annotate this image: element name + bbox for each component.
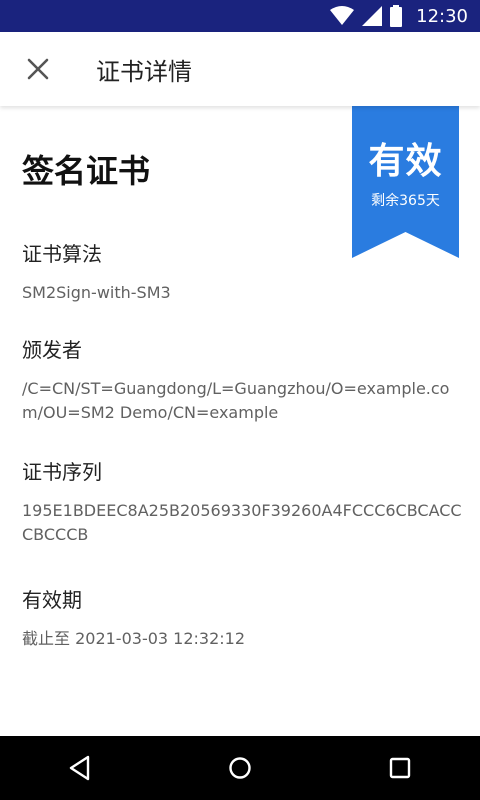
field-value: 195E1BDEEC8A25B20569330F39260A4FCCC6CBCA…	[22, 501, 462, 544]
validity-remaining: 剩余365天	[371, 193, 440, 209]
field-issuer: 颁发者 /C=CN/ST=Guangdong/L=Guangzhou/O=exa…	[22, 334, 462, 425]
recents-icon	[389, 757, 411, 779]
back-button[interactable]	[60, 748, 100, 788]
validity-status: 有效	[368, 141, 443, 182]
field-algorithm: 证书算法 SM2Sign-with-SM3	[22, 238, 462, 305]
battery-icon	[390, 5, 403, 27]
home-button[interactable]	[220, 748, 260, 788]
field-serial: 证书序列 195E1BDEEC8A25B20569330F39260A4FCCC…	[22, 456, 462, 547]
validity-badge: 有效 剩余365天	[352, 106, 459, 258]
certificate-detail: 签名证书 有效 剩余365天 证书算法 SM2Sign-with-SM3 颁发者…	[0, 106, 480, 736]
close-icon	[27, 58, 49, 80]
close-button[interactable]	[22, 53, 54, 85]
field-validity: 有效期 截止至 2021-03-03 12:32:12	[22, 584, 462, 651]
status-icons: 12:30	[330, 5, 468, 27]
navigation-bar	[0, 736, 480, 800]
field-value: /C=CN/ST=Guangdong/L=Guangzhou/O=example…	[22, 379, 450, 422]
wifi-icon	[330, 6, 355, 25]
home-icon	[229, 757, 251, 779]
field-label: 有效期	[22, 588, 82, 612]
signal-icon	[362, 6, 383, 26]
certificate-title: 签名证书	[22, 152, 151, 190]
app-bar: 证书详情	[0, 32, 480, 106]
back-icon	[69, 755, 90, 781]
field-value: SM2Sign-with-SM3	[22, 283, 171, 302]
recents-button[interactable]	[380, 748, 420, 788]
page-title: 证书详情	[96, 57, 192, 86]
field-label: 证书算法	[22, 242, 102, 266]
field-value: 截止至 2021-03-03 12:32:12	[22, 629, 246, 648]
status-time: 12:30	[416, 5, 468, 27]
field-label: 证书序列	[22, 460, 102, 484]
status-bar: 12:30	[0, 0, 480, 32]
field-label: 颁发者	[22, 338, 82, 362]
